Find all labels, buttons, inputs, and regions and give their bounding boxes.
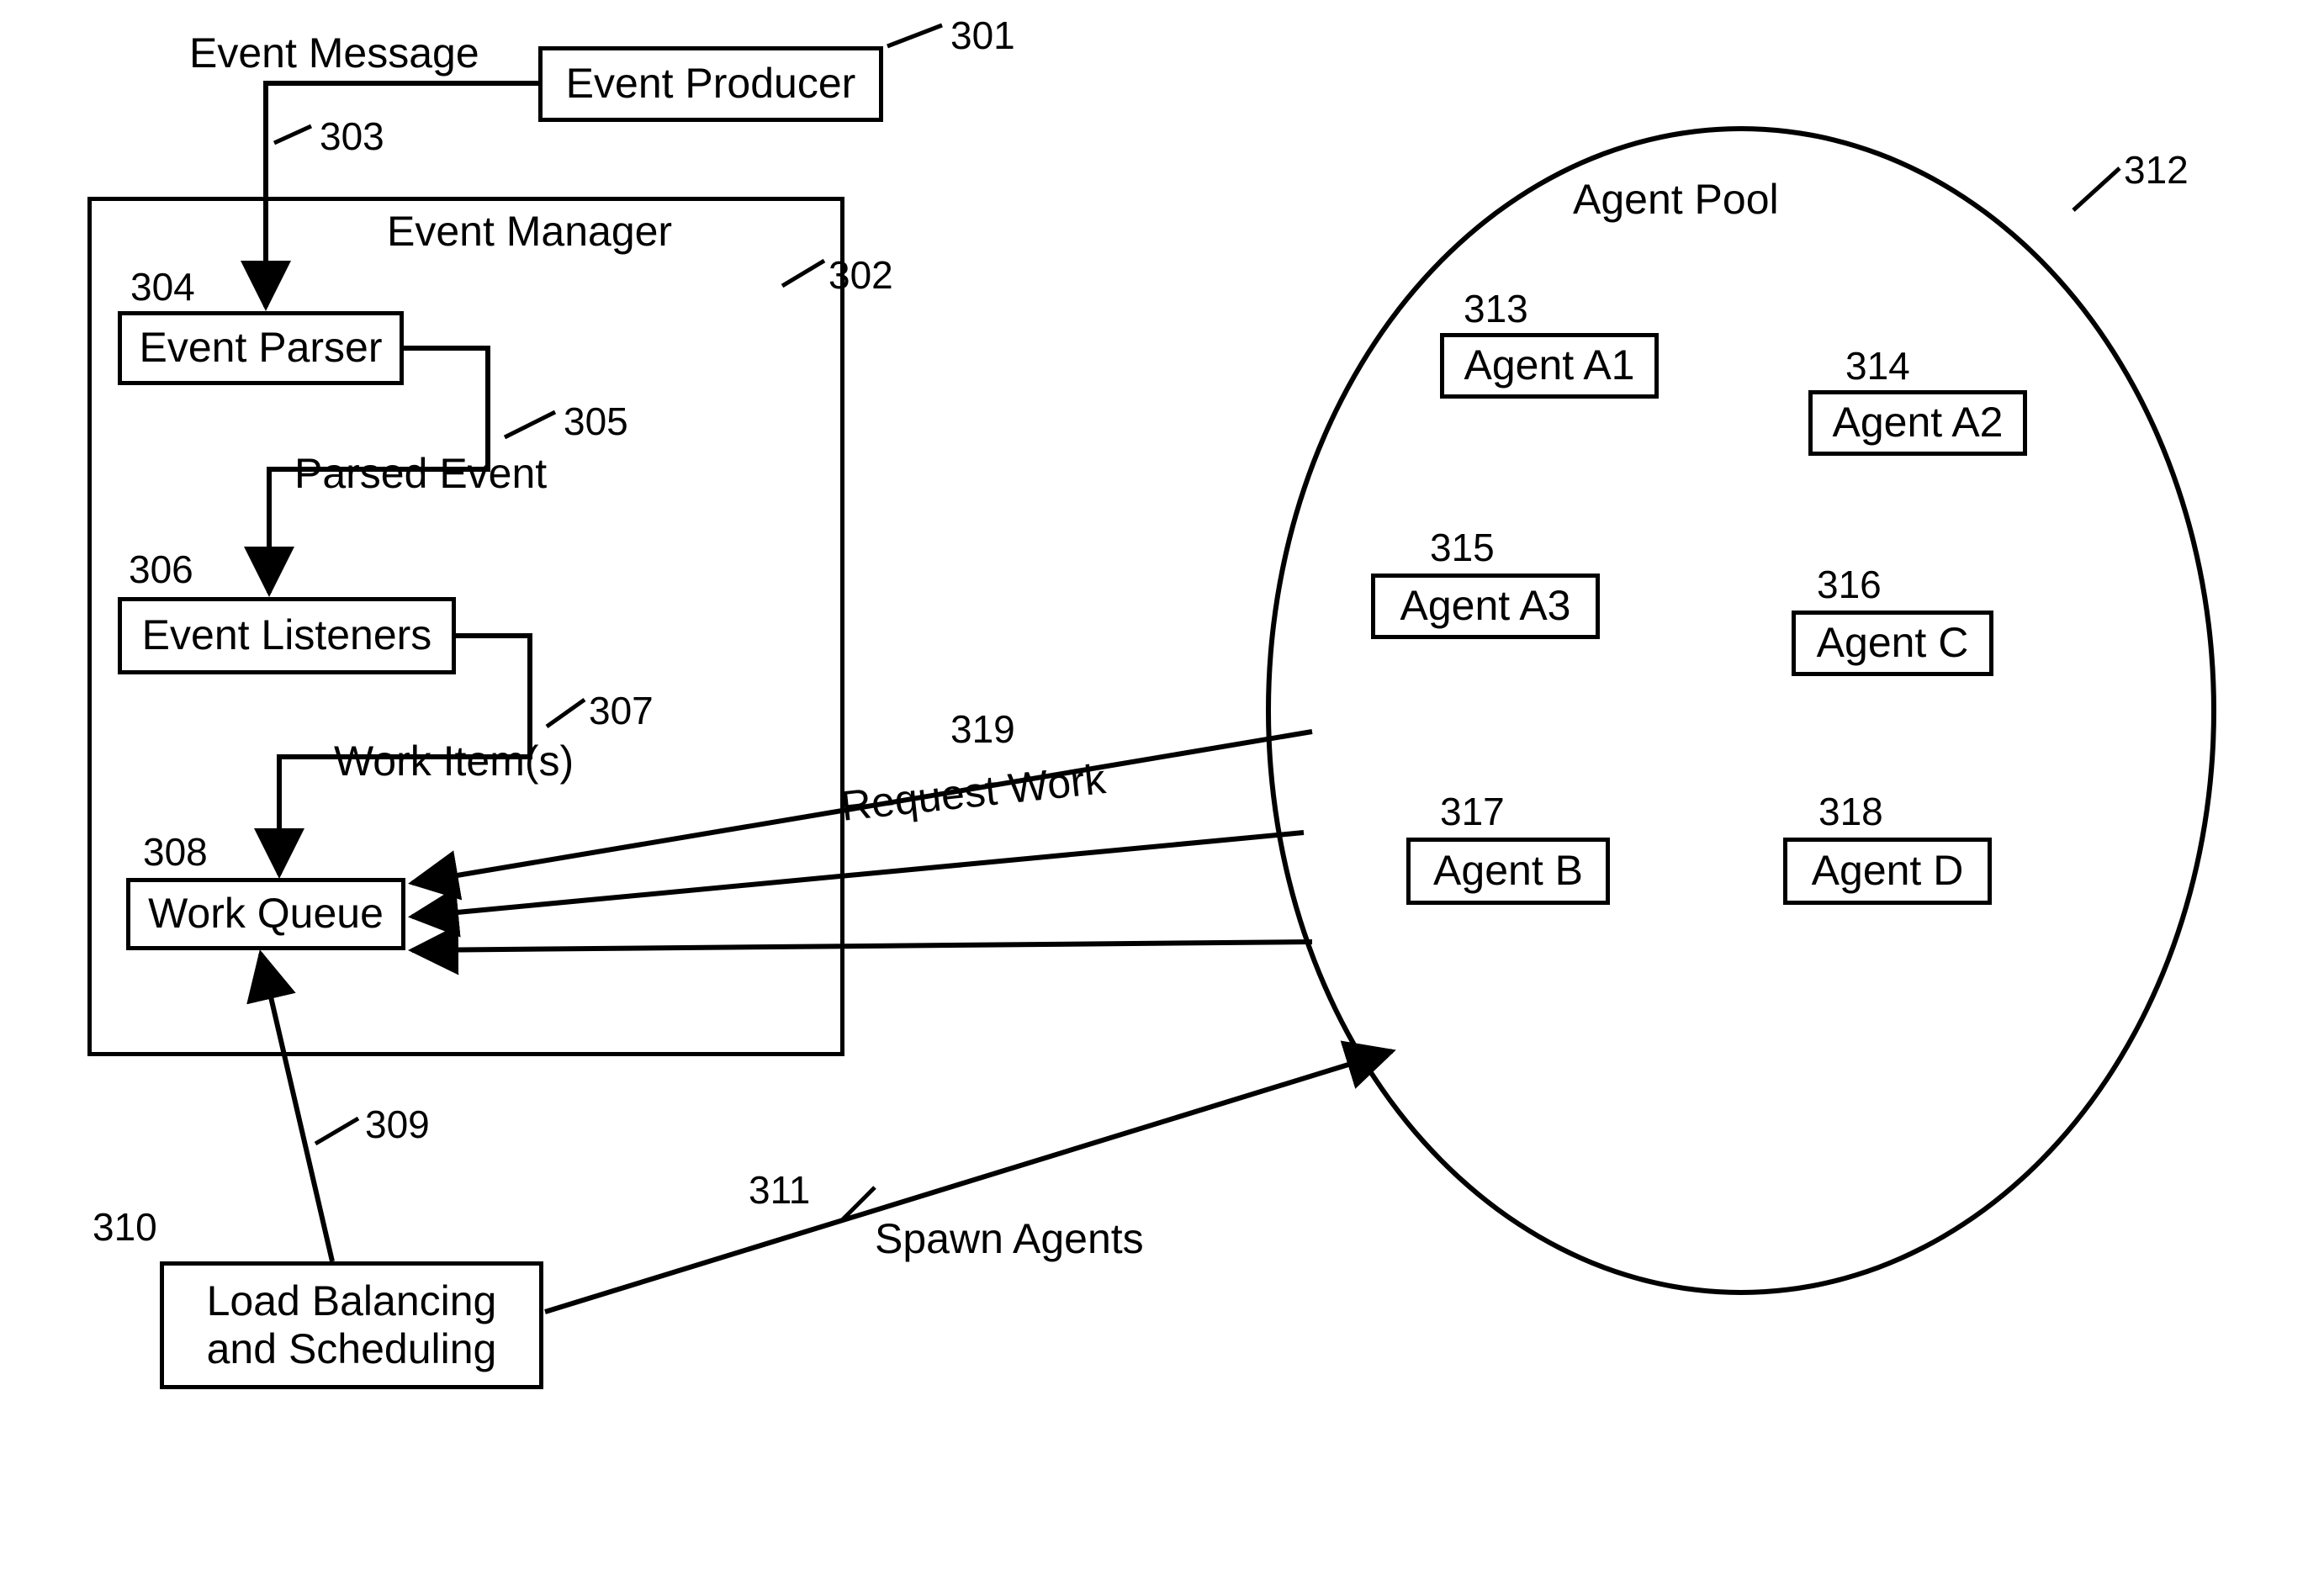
event-producer-ref: 301	[950, 13, 1015, 58]
agent-b-box: Agent B	[1406, 838, 1610, 905]
agent-a2-ref: 314	[1845, 343, 1910, 389]
event-message-label: Event Message	[189, 29, 479, 77]
work-items-label: Work Item(s)	[334, 737, 574, 785]
event-parser-box: Event Parser	[118, 311, 404, 385]
agent-a3-ref: 315	[1430, 525, 1495, 570]
agent-pool-ellipse	[1266, 126, 2216, 1295]
event-listeners-ref: 306	[129, 547, 193, 592]
event-manager-title: Event Manager	[387, 207, 672, 256]
event-parser-ref: 304	[130, 264, 195, 309]
agent-pool-ref: 312	[2124, 147, 2189, 193]
agent-a1-ref: 313	[1464, 286, 1528, 331]
agent-d-box: Agent D	[1783, 838, 1992, 905]
spawn-agents-ref: 311	[749, 1167, 810, 1213]
diagram-canvas: Event Producer 301 Event Manager 302 Eve…	[0, 0, 2324, 1570]
load-balancing-ref: 310	[93, 1204, 157, 1250]
work-queue-box: Work Queue	[126, 878, 405, 950]
event-producer-box: Event Producer	[538, 46, 883, 122]
load-balancing-box: Load Balancing and Scheduling	[160, 1261, 543, 1389]
event-manager-ref: 302	[828, 252, 893, 298]
agent-a2-box: Agent A2	[1808, 390, 2027, 456]
agent-pool-title: Agent Pool	[1573, 175, 1779, 224]
agent-b-ref: 317	[1440, 789, 1505, 834]
work-queue-ref: 308	[143, 829, 208, 875]
request-work-label: Request Work	[839, 754, 1108, 831]
parsed-event-label: Parsed Event	[294, 449, 547, 498]
event-message-ref: 303	[320, 114, 384, 159]
request-work-ref: 319	[950, 706, 1015, 752]
agent-a3-box: Agent A3	[1371, 574, 1600, 639]
agent-d-ref: 318	[1818, 789, 1883, 834]
agent-a1-box: Agent A1	[1440, 333, 1659, 399]
agent-c-ref: 316	[1817, 562, 1882, 607]
work-items-ref: 307	[589, 688, 654, 733]
agent-c-box: Agent C	[1792, 611, 1993, 676]
parsed-event-ref: 305	[564, 399, 628, 444]
event-listeners-box: Event Listeners	[118, 597, 456, 674]
lb-to-queue-ref: 309	[365, 1102, 430, 1147]
spawn-agents-label: Spawn Agents	[875, 1214, 1144, 1263]
